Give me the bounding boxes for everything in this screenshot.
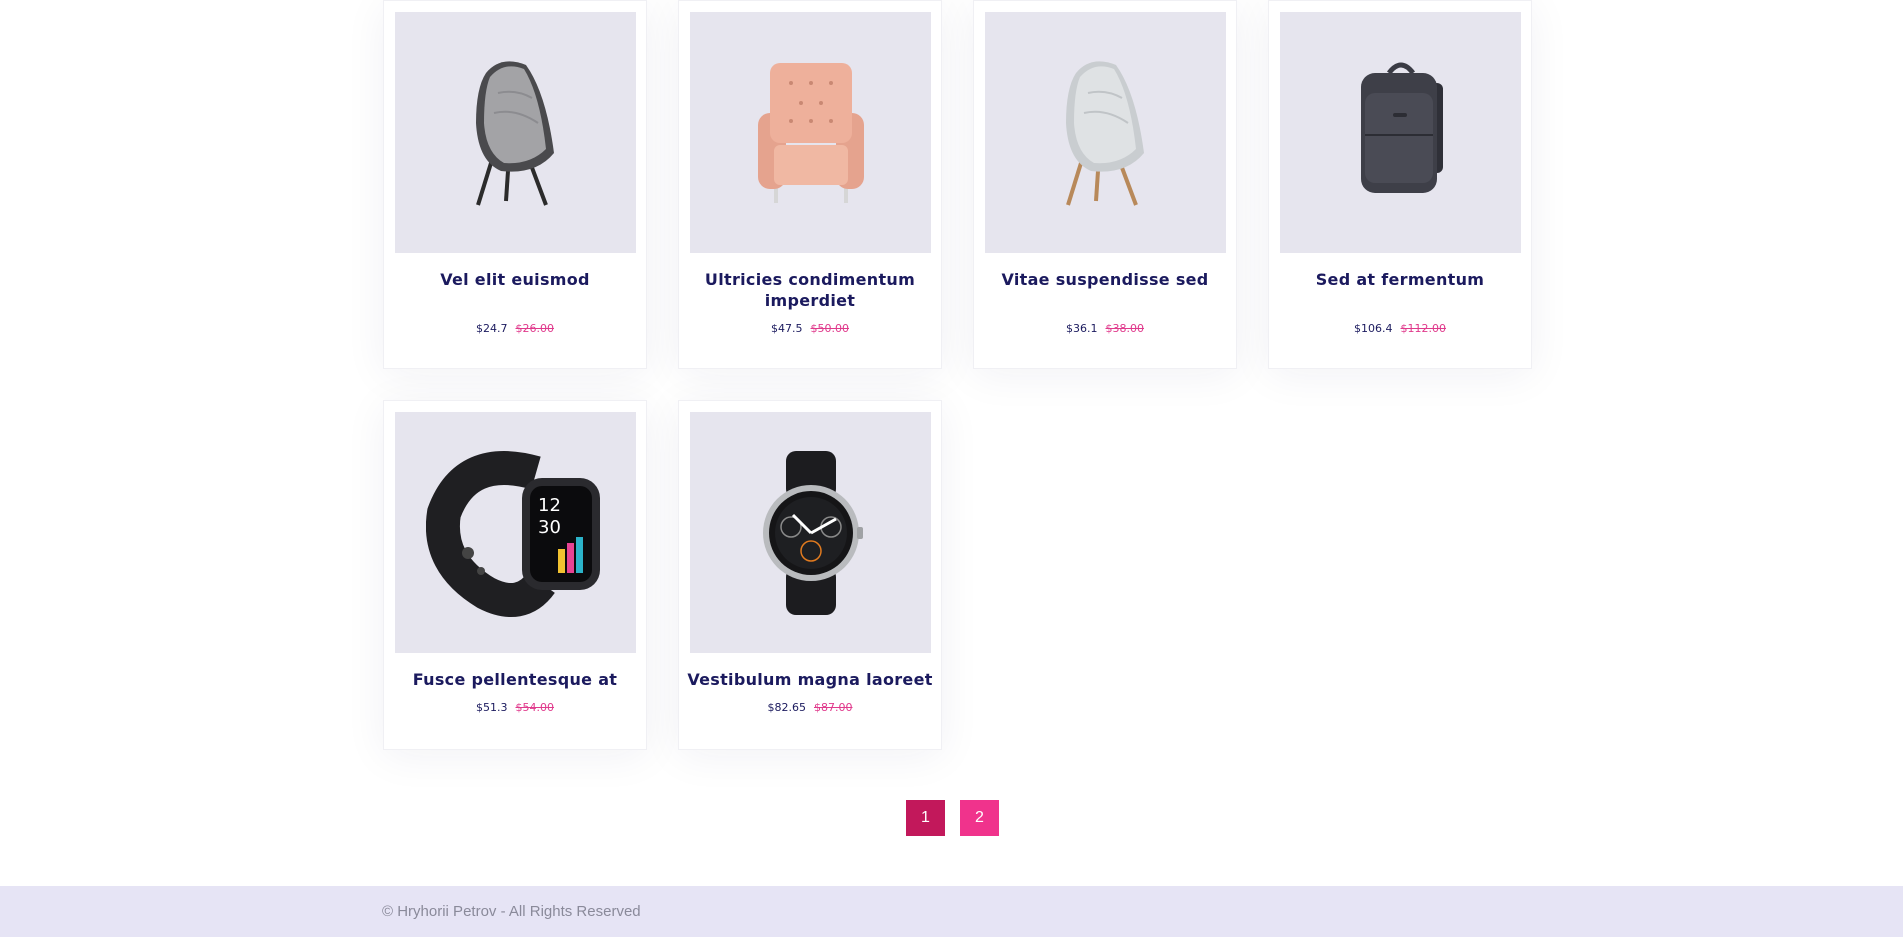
product-title[interactable]: Sed at fermentum: [1277, 269, 1523, 290]
product-card[interactable]: Vitae suspendisse sed $36.1 $38.00: [973, 0, 1237, 369]
old-price: $50.00: [810, 322, 850, 335]
product-image[interactable]: [395, 12, 636, 253]
product-image[interactable]: [690, 412, 931, 653]
pink-armchair-icon: [757, 62, 864, 203]
old-price: $112.00: [1400, 322, 1447, 335]
old-price: $54.00: [515, 701, 555, 714]
price-row: $24.7 $26.00: [384, 322, 646, 335]
product-image[interactable]: 12 30: [395, 412, 636, 653]
product-card[interactable]: 12 30 Fusce pellentesque at $51.3 $54.00: [383, 400, 647, 750]
old-price: $87.00: [814, 701, 853, 714]
product-image[interactable]: [985, 12, 1226, 253]
price: $106.4: [1354, 322, 1393, 335]
price: $82.65: [767, 701, 807, 714]
price: $47.5: [771, 322, 803, 335]
watch-minute: 30: [538, 517, 561, 538]
product-image[interactable]: [1280, 12, 1521, 253]
watch-hour: 12: [538, 495, 561, 516]
product-title[interactable]: Ultricies condimentum imperdiet: [687, 269, 933, 311]
smartwatch-icon: 12 30: [425, 450, 600, 617]
price-row: $106.4 $112.00: [1269, 322, 1531, 335]
old-price: $26.00: [515, 322, 555, 335]
price-row: $82.65 $87.00: [679, 701, 941, 714]
product-card[interactable]: Ultricies condimentum imperdiet $47.5 $50…: [678, 0, 942, 369]
product-card[interactable]: Sed at fermentum $106.4 $112.00: [1268, 0, 1532, 369]
page-button-2[interactable]: 2: [960, 800, 999, 836]
footer: © Hryhorii Petrov - All Rights Reserved: [0, 886, 1903, 937]
price: $24.7: [476, 322, 508, 335]
price-row: $47.5 $50.00: [679, 322, 941, 335]
product-title[interactable]: Vitae suspendisse sed: [982, 269, 1228, 290]
gray-lounge-chair-icon: [475, 60, 554, 206]
price-row: $36.1 $38.00: [974, 322, 1236, 335]
product-title[interactable]: Fusce pellentesque at: [392, 669, 638, 690]
white-lounge-chair-icon: [1065, 60, 1144, 206]
product-title[interactable]: Vestibulum magna laoreet: [687, 669, 933, 690]
product-card[interactable]: Vel elit euismod $24.7 $26.00: [383, 0, 647, 369]
page-button-1[interactable]: 1: [906, 800, 945, 836]
copyright-text: © Hryhorii Petrov - All Rights Reserved: [382, 903, 641, 920]
product-title[interactable]: Vel elit euismod: [392, 269, 638, 290]
price: $36.1: [1066, 322, 1098, 335]
price: $51.3: [476, 701, 508, 714]
round-watch-icon: [762, 450, 863, 615]
product-image[interactable]: [690, 12, 931, 253]
price-row: $51.3 $54.00: [384, 701, 646, 714]
old-price: $38.00: [1105, 322, 1145, 335]
product-card[interactable]: Vestibulum magna laoreet $82.65 $87.00: [678, 400, 942, 750]
backpack-icon: [1360, 62, 1443, 193]
